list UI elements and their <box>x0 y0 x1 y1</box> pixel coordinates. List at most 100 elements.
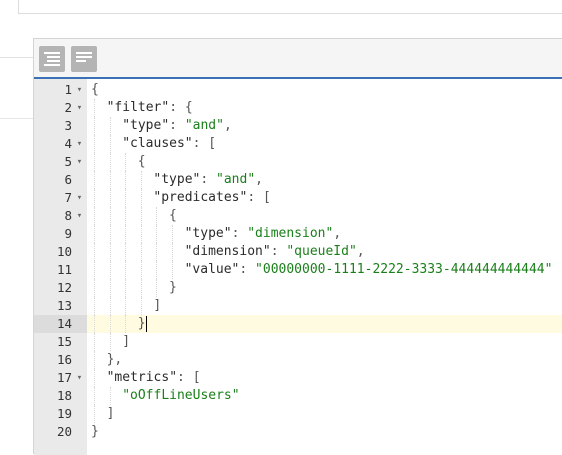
json-punctuation: ] <box>106 406 115 421</box>
indent-guide <box>140 171 142 189</box>
indent-guide <box>125 171 127 189</box>
indent-guide <box>94 351 95 369</box>
json-punctuation: ] <box>122 334 131 349</box>
frame-divider <box>18 0 19 14</box>
fold-toggle-icon[interactable]: ▾ <box>75 81 84 99</box>
code-line: "dimension": "queueId", <box>185 243 365 261</box>
indent-guide <box>109 171 111 189</box>
fold-toggle-icon[interactable]: ▾ <box>75 369 84 387</box>
fold-toggle-icon[interactable]: ▾ <box>75 207 84 225</box>
json-punctuation: : <box>169 118 185 133</box>
indent-guide <box>125 261 127 279</box>
line-number: 5 <box>64 154 72 169</box>
line-number: 2 <box>64 100 72 115</box>
code-line: ] <box>122 333 130 351</box>
indent-guide <box>125 225 127 243</box>
code-line: ] <box>107 405 115 423</box>
indent-guide <box>94 117 95 135</box>
json-key: "filter" <box>106 100 170 115</box>
json-punctuation: , <box>223 118 232 133</box>
indent-guide <box>140 243 142 261</box>
line-number: 17 <box>56 370 72 385</box>
line-number: 7 <box>64 190 72 205</box>
indent-guide <box>140 189 142 207</box>
editor-body: 1 ▾ 2 ▾ 3 4 ▾ 5 ▾ 6 7 ▾ 8 ▾ 9 10 11 12 13 14 15 16 17 ▾ 18 19 20 {… <box>34 79 562 455</box>
line-number: 4 <box>64 136 72 151</box>
indent-guide <box>109 333 111 351</box>
indent-guide <box>94 297 95 315</box>
json-punctuation: : <box>270 244 287 259</box>
code-line: "oOffLineUsers" <box>122 387 239 405</box>
indent-guide <box>140 279 142 297</box>
fold-toggle-icon[interactable]: ▾ <box>75 99 84 117</box>
text-cursor <box>145 316 147 332</box>
fold-toggle-icon[interactable]: ▾ <box>75 135 84 153</box>
frame-divider <box>0 118 33 119</box>
json-string: "dimension" <box>247 226 334 241</box>
indent-guide <box>156 207 158 225</box>
frame-divider <box>0 57 33 58</box>
line-number: 13 <box>56 298 72 313</box>
indent-guide <box>94 153 95 171</box>
indent-guide <box>109 243 111 261</box>
indent-guide <box>125 297 127 315</box>
code-line: "clauses": [ <box>122 135 216 153</box>
json-key: "type" <box>153 172 201 187</box>
json-punctuation: , <box>255 172 263 187</box>
indent-guide <box>94 243 95 261</box>
line-number: 1 <box>64 82 72 97</box>
code-line: "predicates": [ <box>153 189 270 207</box>
json-punctuation: : [ <box>177 370 201 385</box>
json-string: "queueId" <box>286 244 357 259</box>
json-punctuation: : [ <box>247 190 271 205</box>
indent-guide <box>156 243 158 261</box>
compact-button[interactable] <box>71 46 97 72</box>
json-punctuation: : { <box>169 100 193 115</box>
format-button[interactable] <box>39 46 65 72</box>
json-punctuation: } <box>91 424 99 439</box>
indent-guide <box>156 279 158 297</box>
indent-guide <box>172 261 173 279</box>
code-line: }, <box>107 351 123 369</box>
code-line: { <box>91 81 99 99</box>
indent-guide <box>140 297 142 315</box>
json-editor: 1 ▾ 2 ▾ 3 4 ▾ 5 ▾ 6 7 ▾ 8 ▾ 9 10 11 12 13 14 15 16 17 ▾ 18 19 20 {… <box>33 38 562 455</box>
json-string: "and" <box>184 118 224 133</box>
fold-toggle-icon[interactable]: ▾ <box>75 189 84 207</box>
json-punctuation: , <box>333 226 342 241</box>
indent-guide <box>109 261 111 279</box>
code-line: { <box>169 207 177 225</box>
line-number-gutter: 1 ▾ 2 ▾ 3 4 ▾ 5 ▾ 6 7 ▾ 8 ▾ 9 10 11 12 13 14 15 16 17 ▾ 18 19 20 <box>34 79 87 455</box>
json-string: "and" <box>216 172 256 187</box>
json-key: "dimension" <box>184 244 271 259</box>
code-line: "metrics": [ <box>107 369 201 387</box>
json-string: "oOffLineUsers" <box>122 388 240 403</box>
line-number: 12 <box>56 280 72 295</box>
line-number: 18 <box>56 388 72 403</box>
line-number: 10 <box>56 244 72 259</box>
json-key: "predicates" <box>153 190 248 205</box>
active-line-highlight <box>87 315 562 333</box>
indent-guide <box>94 207 95 225</box>
editor-toolbar <box>34 39 562 79</box>
json-punctuation: : [ <box>192 136 217 151</box>
fold-toggle-icon[interactable]: ▾ <box>75 153 84 171</box>
code-line: "filter": { <box>107 99 193 117</box>
json-punctuation: { <box>91 82 99 97</box>
frame-divider <box>18 13 562 14</box>
indent-guide <box>125 315 127 333</box>
code-line: } <box>138 315 146 333</box>
indent-guide <box>109 297 111 315</box>
json-key: "value" <box>184 262 240 277</box>
line-number: 8 <box>64 208 72 223</box>
line-number: 20 <box>56 424 72 439</box>
indent-guide <box>109 315 111 333</box>
line-number: 3 <box>64 118 72 133</box>
json-punctuation: : <box>200 172 217 187</box>
indent-guide <box>94 171 95 189</box>
indent-guide <box>94 261 95 279</box>
json-punctuation: , <box>356 244 365 259</box>
code-area[interactable]: {"filter": {"type": "and", "clauses": [{"… <box>87 79 562 455</box>
line-number: 15 <box>56 334 72 349</box>
code-line: "value": "00000000-1111-2222-3333-444444… <box>185 261 553 279</box>
